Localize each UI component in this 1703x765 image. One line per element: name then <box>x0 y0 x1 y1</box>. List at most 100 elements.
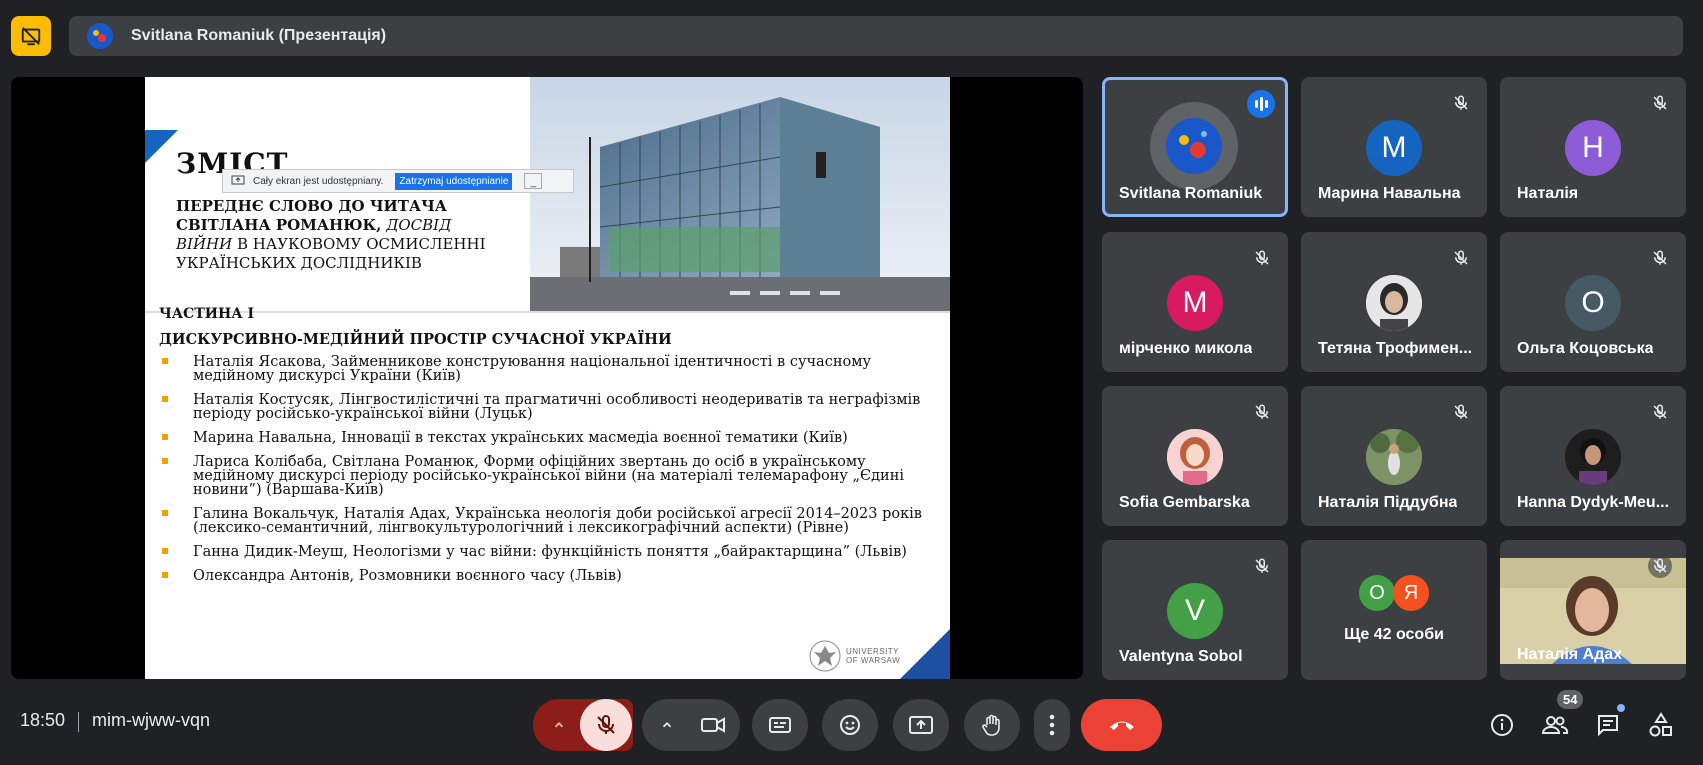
divider <box>78 712 79 732</box>
screen-share-notification: Cały ekran jest udostępniany. Zatrzymaj … <box>222 169 574 193</box>
present-screen-button[interactable] <box>893 699 949 751</box>
avatar: М <box>1366 120 1422 176</box>
table-of-contents: Наталія Ясакова, Займенникове конструюва… <box>159 355 929 593</box>
more-participants-tile[interactable]: О Я Ще 42 особи <box>1301 540 1487 680</box>
building-photo <box>530 77 950 311</box>
avatar: V <box>1167 583 1223 639</box>
university-logo: UNIVERSITY OF WARSAW <box>808 639 900 673</box>
participant-name: Sofia Gembarska <box>1119 494 1250 511</box>
hand-icon <box>982 714 1000 736</box>
mic-off-icon <box>1449 91 1473 115</box>
participant-tile[interactable]: Svitlana Romaniuk <box>1102 77 1288 217</box>
bottom-controls-bar: 18:50 mim-wjww-vqn 54 <box>0 690 1703 765</box>
logo-line-1: UNIVERSITY <box>846 647 900 656</box>
avatar: Я <box>1393 575 1429 611</box>
microphone-toggle-button[interactable] <box>580 699 632 751</box>
camera-icon <box>701 717 725 733</box>
logo-line-2: OF WARSAW <box>846 656 901 665</box>
presenter-avatar <box>87 23 113 49</box>
share-screen-icon <box>231 175 245 185</box>
participant-name: Valentyna Sobol <box>1119 648 1243 665</box>
reactions-button[interactable] <box>822 699 878 751</box>
participant-tile[interactable]: Н Наталія <box>1500 77 1686 217</box>
slide-foreword: ПЕРЕДНЄ СЛОВО ДО ЧИТАЧА СВІТЛАНА РОМАНЮК… <box>176 197 486 272</box>
list-item: Марина Навальна, Інновації в текстах укр… <box>159 431 929 445</box>
unread-dot <box>1617 704 1625 712</box>
raise-hand-button[interactable] <box>964 699 1020 751</box>
mic-off-icon <box>1250 554 1274 578</box>
captions-button[interactable] <box>752 699 808 751</box>
mic-off-icon <box>1648 400 1672 424</box>
presentation-stage: ЗМІСТ ПЕРЕДНЄ СЛОВО ДО ЧИТАЧА СВІТЛАНА Р… <box>11 77 1083 679</box>
chevron-up-icon <box>662 722 672 728</box>
more-vertical-icon <box>1049 714 1055 736</box>
avatar: М <box>1167 275 1223 331</box>
list-item: Олександра Антонів, Розмовники воєнного … <box>159 569 929 583</box>
slide-corner-decoration <box>900 629 950 679</box>
stop-sharing-button[interactable]: Zatrzymaj udostępnianie <box>395 172 513 190</box>
participant-tile[interactable]: Наталія Піддубна <box>1301 386 1487 526</box>
participant-name: Наталія Адах <box>1517 646 1623 663</box>
end-call-icon <box>1109 721 1134 730</box>
avatar: Н <box>1565 120 1621 176</box>
participant-name: Тетяна Трофимен... <box>1318 340 1473 357</box>
part-title: ДИСКУРСИВНО-МЕДІЙНИЙ ПРОСТІР СУЧАСНОЇ УК… <box>159 331 672 348</box>
participant-tile[interactable]: М мірченко микола <box>1102 232 1288 372</box>
participant-name: Марина Навальна <box>1318 185 1461 202</box>
closed-captions-icon <box>769 717 791 733</box>
top-bar: Svitlana Romaniuk (Презентація) <box>0 0 1703 72</box>
slide-corner-decoration <box>145 130 178 163</box>
activities-button[interactable] <box>1643 707 1679 743</box>
presentation-slide: ЗМІСТ ПЕРЕДНЄ СЛОВО ДО ЧИТАЧА СВІТЛАНА Р… <box>145 77 950 679</box>
list-item: Галина Вокальчук, Наталія Адах, Українсь… <box>159 507 929 535</box>
activities-icon <box>1649 712 1672 737</box>
list-item: Ганна Дидик-Меуш, Неологізми у час війни… <box>159 545 929 559</box>
presenter-label: Svitlana Romaniuk (Презентація) <box>131 27 387 44</box>
speaking-indicator-icon <box>1247 90 1275 118</box>
avatar <box>1167 429 1223 485</box>
mic-off-icon <box>1449 246 1473 270</box>
list-item: Наталія Костусяк, Лінгвостилістичні та п… <box>159 393 929 421</box>
participant-video-tile[interactable]: Наталія Адах <box>1500 540 1686 680</box>
clock: 18:50 <box>20 710 66 730</box>
participant-tile[interactable]: Hanna Dydyk-Meu... <box>1500 386 1686 526</box>
stop-presenting-button[interactable] <box>11 16 51 56</box>
people-icon <box>1541 716 1569 734</box>
participant-name: Svitlana Romaniuk <box>1119 185 1263 202</box>
avatar: О <box>1565 275 1621 331</box>
minimize-button[interactable]: _ <box>524 173 543 189</box>
leave-call-button[interactable] <box>1081 699 1162 751</box>
avatar <box>1366 429 1422 485</box>
list-item: Наталія Ясакова, Займенникове конструюва… <box>159 355 929 383</box>
video-options-button[interactable] <box>642 699 740 751</box>
meeting-code: mim-wjww-vqn <box>92 710 210 730</box>
participant-tile[interactable]: М Марина Навальна <box>1301 77 1487 217</box>
mic-off-icon <box>1648 246 1672 270</box>
participant-name: Наталія <box>1517 185 1579 202</box>
avatar <box>1565 429 1621 485</box>
chat-button[interactable] <box>1590 704 1626 743</box>
participant-tile[interactable]: V Valentyna Sobol <box>1102 540 1288 680</box>
more-options-button[interactable] <box>1034 699 1070 751</box>
mic-off-icon <box>1648 554 1672 578</box>
avatar <box>1150 102 1238 190</box>
present-screen-icon <box>909 716 933 734</box>
info-icon <box>1491 714 1513 736</box>
mic-off-icon <box>1250 400 1274 424</box>
list-item: Лариса Колібаба, Світлана Романюк, Форми… <box>159 455 929 497</box>
emoji-icon <box>840 715 860 735</box>
more-participants-label: Ще 42 особи <box>1344 626 1444 643</box>
mic-off-icon <box>1449 400 1473 424</box>
people-button[interactable] <box>1537 707 1573 743</box>
avatar: О <box>1359 575 1395 611</box>
mic-off-icon <box>1250 246 1274 270</box>
meeting-details-button[interactable] <box>1484 707 1520 743</box>
participant-tile[interactable]: О Ольга Коцовська <box>1500 232 1686 372</box>
present-off-icon <box>21 27 41 46</box>
participant-tile[interactable]: Тетяна Трофимен... <box>1301 232 1487 372</box>
mic-off-icon <box>597 715 615 734</box>
participant-tile[interactable]: Sofia Gembarska <box>1102 386 1288 526</box>
part-label: ЧАСТИНА І <box>159 306 255 322</box>
presenter-banner[interactable]: Svitlana Romaniuk (Презентація) <box>69 16 1683 56</box>
chat-icon <box>1598 715 1618 737</box>
